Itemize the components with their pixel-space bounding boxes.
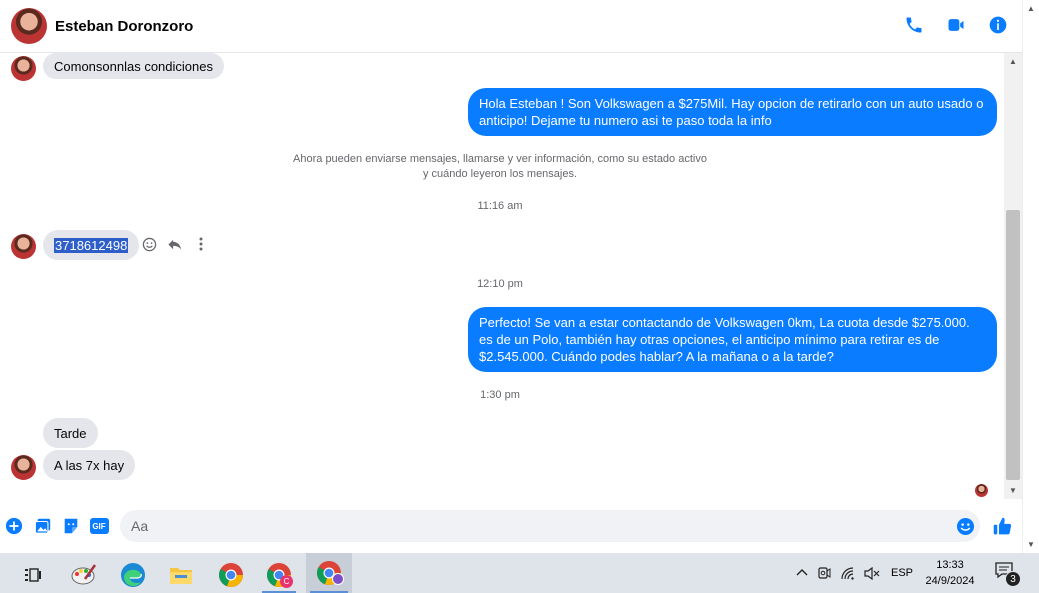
- contact-name[interactable]: Esteban Doronzoro: [55, 18, 193, 35]
- reply-icon[interactable]: [167, 236, 183, 252]
- timestamp: 12:10 pm: [477, 278, 523, 290]
- file-explorer-icon[interactable]: [160, 557, 202, 593]
- sticker-icon[interactable]: [61, 516, 81, 536]
- volume-muted-icon[interactable]: [860, 566, 884, 580]
- paint-app-icon[interactable]: [63, 557, 105, 593]
- outgoing-message[interactable]: Perfecto! Se van a estar contactando de …: [468, 307, 997, 372]
- windows-taskbar: C ESP 13:33 24/9/2024 3: [0, 553, 1039, 593]
- gif-label: GIF: [89, 518, 109, 534]
- system-notice: Ahora pueden enviarse mensajes, llamarse…: [250, 152, 750, 182]
- scroll-down-arrow-icon[interactable]: ▼: [1004, 482, 1022, 499]
- clock-time: 13:33: [936, 559, 964, 571]
- chrome-profile-active-icon[interactable]: [306, 553, 352, 593]
- outgoing-message[interactable]: Hola Esteban ! Son Volkswagen a $275Mil.…: [468, 88, 997, 136]
- incoming-message[interactable]: A las 7x hay: [43, 450, 136, 480]
- message-text: Comonsonnlas condiciones: [54, 58, 213, 74]
- system-tray: ESP: [792, 553, 914, 593]
- system-clock[interactable]: 13:33 24/9/2024: [924, 557, 976, 589]
- sender-avatar[interactable]: [11, 234, 36, 259]
- chat-header: Esteban Doronzoro: [0, 0, 1022, 53]
- react-emoji-icon[interactable]: [141, 236, 157, 252]
- gif-icon[interactable]: GIF: [89, 516, 109, 536]
- message-text: Tarde: [54, 425, 87, 441]
- sender-avatar[interactable]: [11, 56, 36, 81]
- timestamp: 11:16 am: [477, 200, 523, 212]
- profile-avatar-badge-icon: [332, 573, 344, 585]
- message-composer: GIF: [0, 499, 1022, 553]
- add-icon[interactable]: [4, 516, 24, 536]
- message-text: A las 7x hay: [54, 457, 125, 473]
- thread-scrollbar[interactable]: ▲ ▼: [1004, 53, 1022, 499]
- meet-now-icon[interactable]: [812, 566, 836, 580]
- header-actions: [902, 13, 1010, 37]
- chrome-browser-icon[interactable]: [210, 557, 252, 593]
- more-options-icon[interactable]: [193, 236, 209, 252]
- incoming-message[interactable]: 3718612498: [43, 230, 140, 260]
- message-text: Hola Esteban ! Son Volkswagen a $275Mil.…: [479, 96, 984, 128]
- message-actions: [141, 236, 209, 252]
- input-language[interactable]: ESP: [890, 567, 914, 579]
- incoming-message[interactable]: Tarde: [43, 418, 98, 448]
- system-notice-line: Ahora pueden enviarse mensajes, llamarse…: [293, 153, 707, 165]
- scroll-up-arrow-icon[interactable]: ▲: [1004, 53, 1022, 70]
- show-hidden-icons-chevron-icon[interactable]: [792, 567, 812, 579]
- wifi-icon[interactable]: [836, 566, 860, 580]
- system-notice-line: y cuándo leyeron los mensajes.: [422, 168, 578, 180]
- chrome-profile-c-icon[interactable]: C: [258, 557, 300, 593]
- sender-avatar[interactable]: [11, 455, 36, 480]
- like-icon[interactable]: [990, 516, 1014, 536]
- window-scroll-up-icon[interactable]: ▲: [1023, 0, 1039, 17]
- photo-icon[interactable]: [33, 516, 53, 536]
- info-icon[interactable]: [986, 13, 1010, 37]
- contact-avatar[interactable]: [11, 8, 47, 44]
- timestamp: 1:30 pm: [480, 389, 520, 401]
- phone-icon[interactable]: [902, 13, 926, 37]
- message-text-selected: 3718612498: [54, 237, 129, 253]
- window-scrollbar[interactable]: ▲ ▼: [1022, 0, 1039, 553]
- message-input[interactable]: [120, 510, 980, 542]
- message-thread[interactable]: Comonsonnlas condiciones Hola Esteban ! …: [0, 53, 1004, 499]
- edge-browser-icon[interactable]: [112, 557, 154, 593]
- scroll-thumb[interactable]: [1006, 210, 1020, 480]
- video-call-icon[interactable]: [944, 13, 968, 37]
- emoji-icon[interactable]: [955, 516, 975, 536]
- chrome-profile-badge: C: [280, 575, 293, 588]
- incoming-message[interactable]: Comonsonnlas condiciones: [43, 53, 224, 79]
- seen-indicator-avatar: [975, 484, 988, 497]
- task-view-icon[interactable]: [12, 557, 54, 593]
- clock-date: 24/9/2024: [925, 575, 975, 587]
- message-text: Perfecto! Se van a estar contactando de …: [479, 315, 970, 364]
- notification-count-badge: 3: [1005, 571, 1021, 587]
- notifications-icon[interactable]: 3: [994, 561, 1022, 587]
- window-scroll-down-icon[interactable]: ▼: [1023, 536, 1039, 553]
